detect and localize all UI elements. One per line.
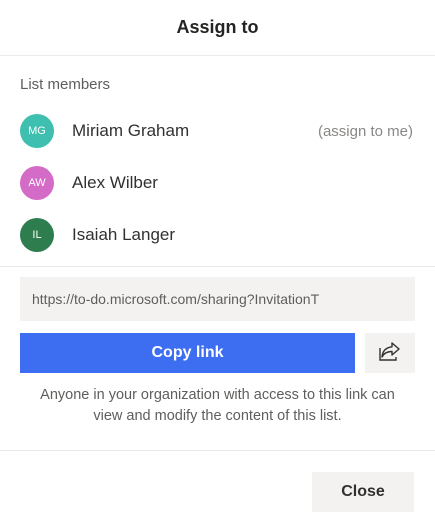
copy-link-button[interactable]: Copy link <box>20 333 355 373</box>
assign-to-dialog: Assign to List members MG Miriam Graham … <box>0 0 435 531</box>
share-button[interactable] <box>365 333 415 373</box>
sharing-link-field[interactable]: https://to-do.microsoft.com/sharing?Invi… <box>20 277 415 321</box>
member-isaiah-langer[interactable]: IL Isaiah Langer <box>20 209 415 261</box>
dialog-footer: Close <box>0 450 435 531</box>
list-members-label: List members <box>20 76 111 93</box>
share-icon <box>378 340 402 367</box>
member-name: Alex Wilber <box>72 173 158 192</box>
avatar-initials: MG <box>28 125 46 137</box>
dialog-header: Assign to <box>0 0 435 56</box>
avatar: IL <box>20 218 54 252</box>
share-actions: Copy link <box>20 333 415 373</box>
member-alex-wilber[interactable]: AW Alex Wilber <box>20 157 415 209</box>
dialog-title: Assign to <box>176 17 259 37</box>
assign-to-me-hint: (assign to me) <box>317 122 413 140</box>
list-members-section: List members MG Miriam Graham (assign to… <box>0 56 435 267</box>
avatar: AW <box>20 166 54 200</box>
sharing-note: Anyone in your organization with access … <box>40 387 395 424</box>
member-name: Miriam Graham <box>72 121 190 140</box>
avatar-initials: AW <box>28 177 46 189</box>
share-section: https://to-do.microsoft.com/sharing?Invi… <box>0 267 435 427</box>
avatar-initials: IL <box>32 229 42 241</box>
avatar: MG <box>20 114 54 148</box>
close-button[interactable]: Close <box>312 472 414 512</box>
member-name: Isaiah Langer <box>72 225 176 244</box>
sharing-link-text: https://to-do.microsoft.com/sharing?Invi… <box>32 291 320 307</box>
member-miriam-graham[interactable]: MG Miriam Graham (assign to me) <box>20 105 415 157</box>
